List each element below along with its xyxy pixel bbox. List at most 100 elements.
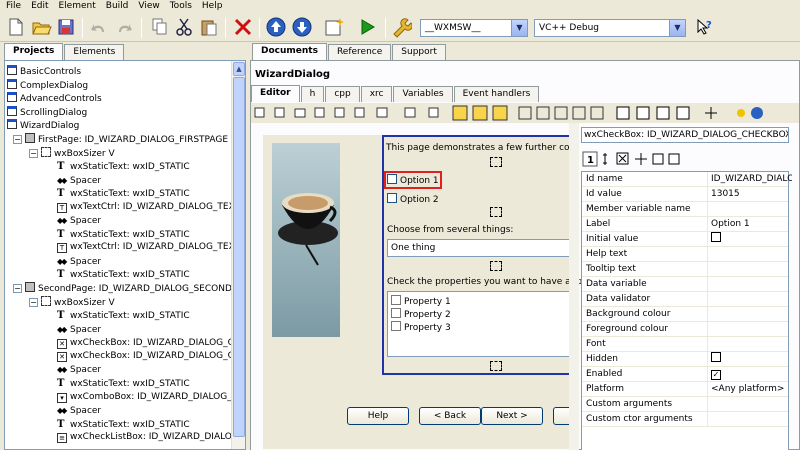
sizer-toolbar-icons[interactable] bbox=[251, 103, 799, 123]
property-row[interactable]: Foreground colour bbox=[582, 322, 788, 337]
tab-h[interactable]: h bbox=[300, 86, 325, 102]
list-item[interactable]: Property 2 bbox=[391, 308, 451, 320]
combo-box[interactable]: One thing bbox=[387, 239, 573, 257]
platform-combo[interactable]: __WXMSW__ ▼ bbox=[420, 19, 528, 37]
tree-item[interactable]: ▾ wxComboBox: ID_WIZARD_DIALOG_C bbox=[57, 391, 238, 404]
cut-icon[interactable] bbox=[173, 16, 195, 38]
property-row[interactable]: Initial value bbox=[582, 232, 788, 247]
tree-item[interactable]: ≡ wxCheckListBox: ID_WIZARD_DIALOG bbox=[57, 431, 239, 444]
property-row[interactable]: Label Option 1 bbox=[582, 217, 788, 232]
property-row[interactable]: Member variable name bbox=[582, 202, 788, 217]
next-button[interactable]: Next > bbox=[481, 407, 543, 425]
tree-item[interactable]: SecondPage: ID_WIZARD_DIALOG_SECONDP. bbox=[25, 282, 239, 295]
menu-file[interactable]: File bbox=[6, 1, 21, 11]
menu-edit[interactable]: Edit bbox=[31, 1, 48, 11]
tree-item[interactable]: AdvancedControls bbox=[7, 92, 102, 105]
tab-projects[interactable]: Projects bbox=[4, 43, 64, 60]
property-row[interactable]: Id name ID_WIZARD_DIALO bbox=[582, 172, 792, 187]
tree-item[interactable]: ✕ wxCheckBox: ID_WIZARD_DIALOG_C bbox=[57, 350, 234, 363]
property-row[interactable]: Enabled ✓ bbox=[582, 367, 788, 382]
tab-reference[interactable]: Reference bbox=[327, 44, 392, 60]
tree-scrollbar[interactable]: ▲ bbox=[231, 61, 245, 449]
move-down-icon[interactable] bbox=[291, 16, 313, 38]
property-row[interactable]: Font bbox=[582, 337, 788, 352]
property-row[interactable]: Custom arguments bbox=[582, 397, 788, 412]
tree-expander-icon[interactable]: − bbox=[29, 298, 38, 307]
back-button[interactable]: < Back bbox=[419, 407, 481, 425]
tree-item[interactable]: WizardDialog bbox=[7, 119, 79, 132]
config-combo[interactable]: VC++ Debug ▼ bbox=[534, 19, 686, 37]
tree-item[interactable]: TwxStaticText: wxID_STATIC bbox=[57, 268, 190, 281]
tree-item[interactable]: ◆◆ Spacer bbox=[57, 363, 101, 376]
menu-element[interactable]: Element bbox=[59, 1, 96, 11]
redo-icon[interactable] bbox=[113, 16, 135, 38]
scrollbar-thumb[interactable] bbox=[233, 77, 245, 437]
tree-expander-icon[interactable]: − bbox=[29, 149, 38, 158]
property-row[interactable]: Id value 13015 bbox=[582, 187, 788, 202]
chevron-down-icon[interactable]: ▼ bbox=[669, 20, 685, 36]
menu-help[interactable]: Help bbox=[202, 1, 223, 11]
tree-item[interactable]: BasicControls bbox=[7, 65, 81, 78]
run-icon[interactable] bbox=[356, 16, 378, 38]
tree-expander-icon[interactable]: − bbox=[13, 135, 22, 144]
checkbox-icon[interactable] bbox=[711, 232, 721, 242]
tree-item[interactable]: TwxStaticText: wxID_STATIC bbox=[57, 228, 190, 241]
tree-item[interactable]: TwxStaticText: wxID_STATIC bbox=[57, 418, 190, 431]
splitter[interactable] bbox=[569, 123, 579, 450]
property-row[interactable]: Platform <Any platform> bbox=[582, 382, 788, 397]
property-row[interactable]: Custom ctor arguments bbox=[582, 412, 788, 427]
property-value[interactable]: ID_WIZARD_DIALO bbox=[711, 172, 792, 186]
menu-view[interactable]: View bbox=[138, 1, 159, 11]
chevron-down-icon[interactable]: ▼ bbox=[511, 20, 527, 36]
tab-cpp[interactable]: cpp bbox=[325, 86, 360, 102]
tab-xrc[interactable]: xrc bbox=[360, 86, 393, 102]
new-file-icon[interactable] bbox=[4, 16, 26, 38]
tree-item[interactable]: FirstPage: ID_WIZARD_DIALOG_FIRSTPAGE bbox=[25, 133, 228, 146]
delete-icon[interactable] bbox=[232, 16, 254, 38]
option2-checkbox[interactable]: Option 2 bbox=[387, 193, 439, 205]
tab-documents[interactable]: Documents bbox=[252, 43, 327, 60]
tab-editor[interactable]: Editor bbox=[251, 85, 300, 102]
tree-item[interactable]: ScrollingDialog bbox=[7, 106, 87, 119]
menu-build[interactable]: Build bbox=[106, 1, 129, 11]
move-up-icon[interactable] bbox=[265, 16, 287, 38]
option1-checkbox[interactable]: Option 1 bbox=[387, 174, 439, 186]
property-row[interactable]: Background colour bbox=[582, 307, 788, 322]
paste-icon[interactable] bbox=[198, 16, 220, 38]
new-element-icon[interactable] bbox=[323, 16, 345, 38]
settings-wrench-icon[interactable] bbox=[390, 16, 413, 38]
property-value[interactable] bbox=[711, 232, 792, 246]
tree-item[interactable]: ◆◆ Spacer bbox=[57, 323, 101, 336]
checkbox-icon[interactable] bbox=[387, 193, 397, 203]
property-row[interactable]: Data variable bbox=[582, 277, 788, 292]
property-row[interactable]: Data validator bbox=[582, 292, 788, 307]
save-icon[interactable] bbox=[55, 16, 77, 38]
tree-item[interactable]: TwxStaticText: wxID_STATIC bbox=[57, 160, 190, 173]
element-selector[interactable]: wxCheckBox: ID_WIZARD_DIALOG_CHECKBOX bbox=[581, 127, 789, 143]
list-item[interactable]: Property 1 bbox=[391, 295, 451, 307]
tab-support[interactable]: Support bbox=[392, 44, 446, 60]
property-value[interactable]: <Any platform> bbox=[711, 382, 792, 396]
checkbox-icon[interactable]: ✓ bbox=[711, 370, 721, 380]
tree-item[interactable]: ◆◆ Spacer bbox=[57, 404, 101, 417]
tab-event-handlers[interactable]: Event handlers bbox=[453, 86, 540, 102]
tree-item[interactable]: wxBoxSizer V bbox=[41, 147, 115, 160]
tree-item[interactable]: ComplexDialog bbox=[7, 79, 88, 92]
undo-icon[interactable] bbox=[88, 16, 110, 38]
tree-item[interactable]: TwxStaticText: wxID_STATIC bbox=[57, 187, 190, 200]
scroll-up-icon[interactable]: ▲ bbox=[233, 62, 245, 76]
property-value[interactable]: ✓ bbox=[711, 367, 792, 381]
property-row[interactable]: Hidden bbox=[582, 352, 788, 367]
property-value[interactable]: 13015 bbox=[711, 187, 792, 201]
check-list-box[interactable]: Property 1 Property 2 Property 3 bbox=[387, 291, 573, 357]
checkbox-icon[interactable] bbox=[387, 174, 397, 184]
property-row[interactable]: Tooltip text bbox=[582, 262, 788, 277]
tab-variables[interactable]: Variables bbox=[393, 86, 453, 102]
help-button[interactable]: Help bbox=[347, 407, 409, 425]
help-context-icon[interactable]: ? bbox=[694, 16, 716, 38]
tree-item[interactable]: ◆◆ Spacer bbox=[57, 214, 101, 227]
open-folder-icon[interactable] bbox=[30, 16, 52, 38]
tree-item[interactable]: TwxStaticText: wxID_STATIC bbox=[57, 309, 190, 322]
editor-scrollbar[interactable] bbox=[569, 123, 579, 450]
list-item[interactable]: Property 3 bbox=[391, 321, 451, 333]
